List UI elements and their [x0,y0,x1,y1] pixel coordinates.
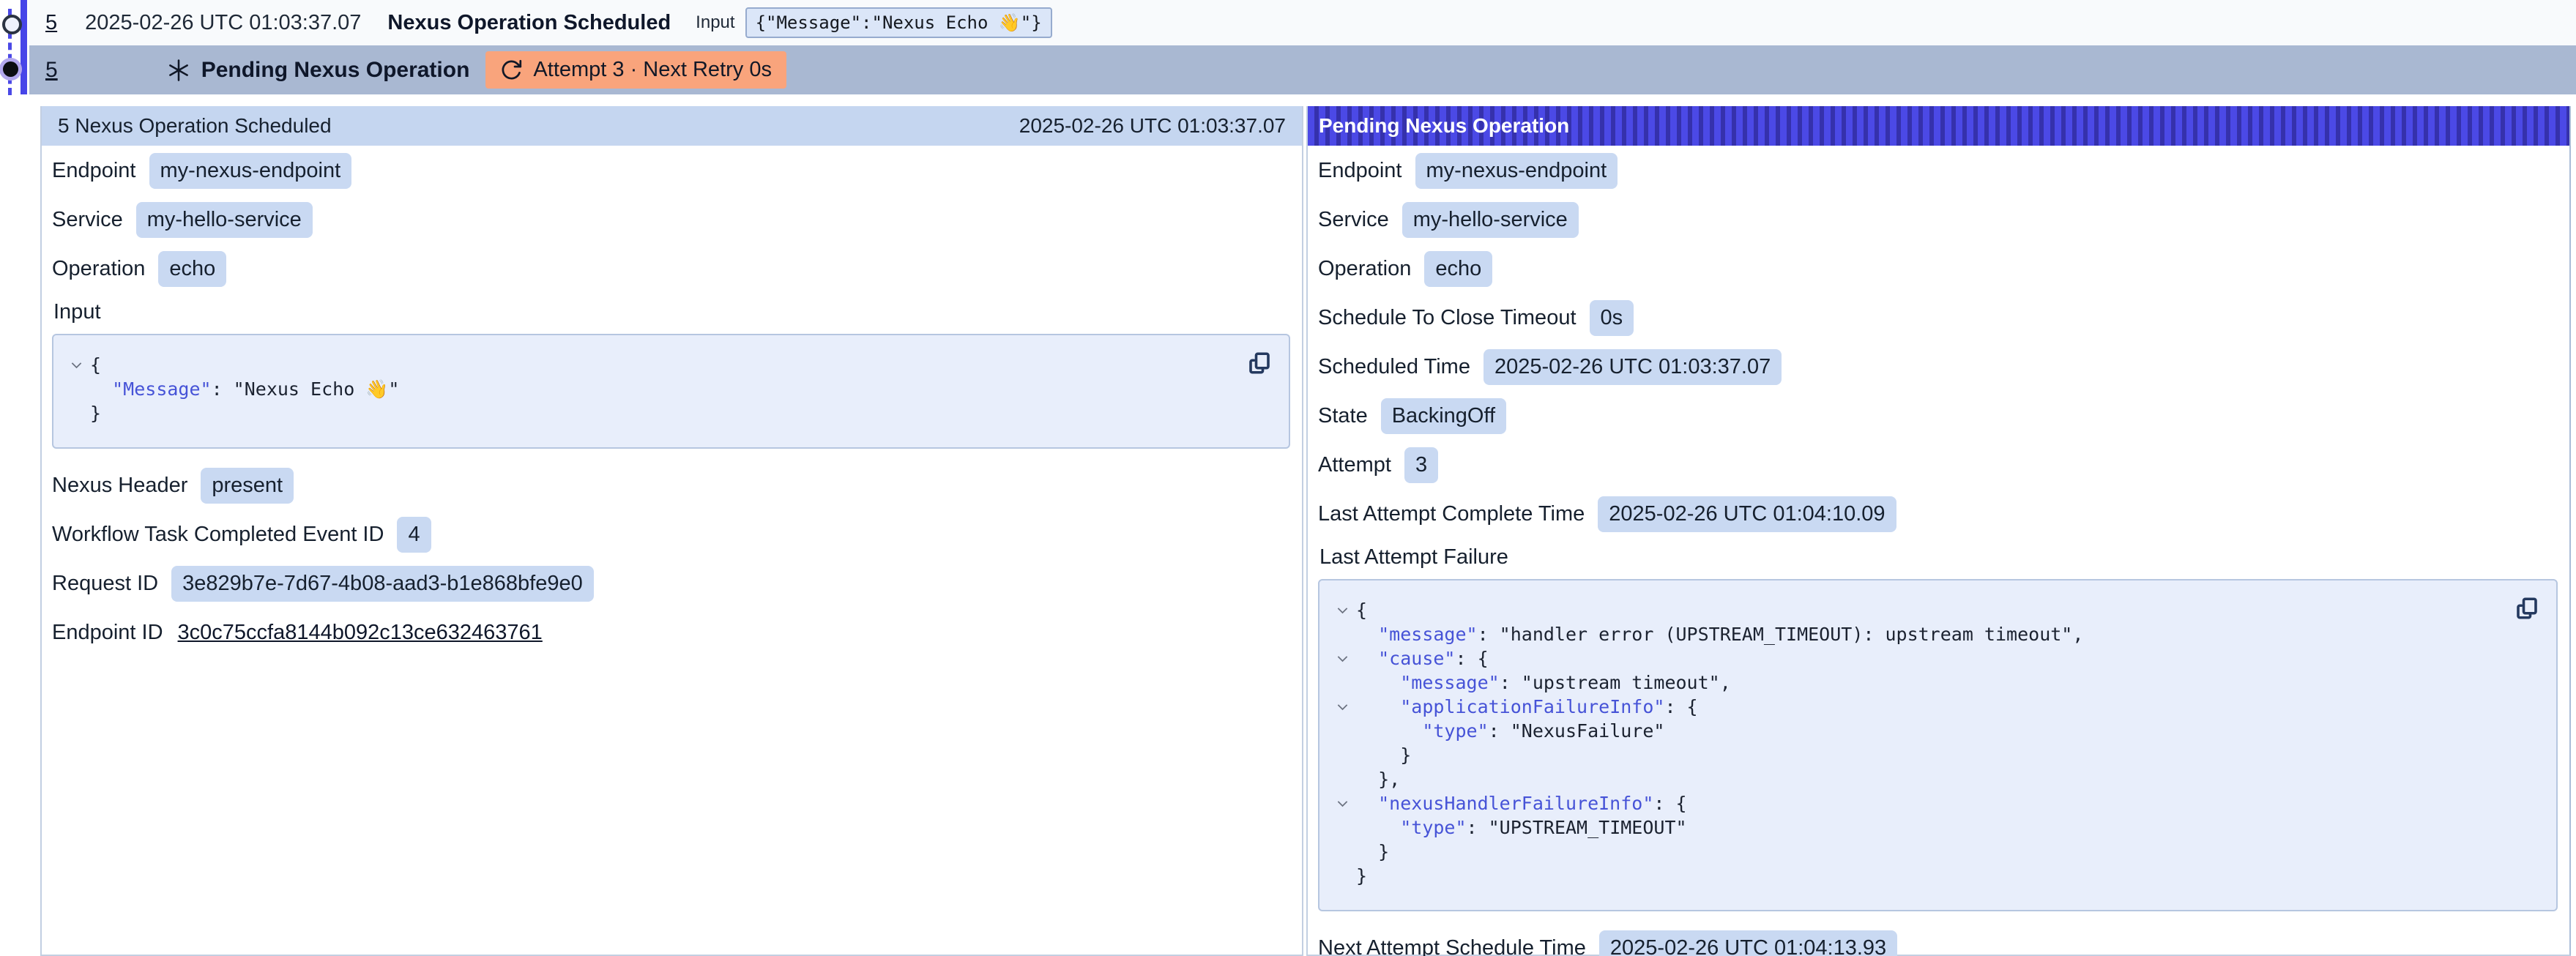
field-last-attempt-complete-time-value: 2025-02-26 UTC 01:04:10.09 [1598,496,1896,532]
json-key: "applicationFailureInfo" [1400,695,1664,719]
field-schedule-to-close-timeout: Schedule To Close Timeout 0s [1318,300,2558,336]
field-scheduled-time-value: 2025-02-26 UTC 01:03:37.07 [1484,349,1782,385]
retry-badge-label: Attempt 3 · Next Retry 0s [533,58,772,82]
field-wft-completed-event-id-value: 4 [397,517,431,553]
field-service: Service my-hello-service [52,202,1290,238]
input-section-label: Input [53,300,1290,324]
retry-attempt-badge: Attempt 3 · Next Retry 0s [485,51,786,89]
copy-button[interactable] [1243,347,1276,381]
field-request-id: Request ID 3e829b7e-7d67-4b08-aad3-b1e86… [52,566,1290,602]
field-wft-completed-event-id: Workflow Task Completed Event ID 4 [52,517,1290,553]
collapse-chevron-icon[interactable] [1328,796,1356,811]
field-nexus-header: Nexus Header present [52,468,1290,504]
event-detail-header-timestamp: 2025-02-26 UTC 01:03:37.07 [1019,114,1286,138]
json-key: "nexusHandlerFailureInfo" [1378,791,1653,815]
copy-icon [1246,350,1273,376]
json-key: "Message" [112,377,211,401]
json-key: "type" [1400,815,1466,840]
field-service-value: my-hello-service [136,202,313,238]
field-state: State BackingOff [1318,398,2558,434]
field-endpoint-value: my-nexus-endpoint [1415,153,1618,189]
field-last-attempt-complete-time: Last Attempt Complete Time 2025-02-26 UT… [1318,496,2558,532]
pending-asterisk-icon [166,58,191,83]
copy-icon [2514,595,2540,621]
field-request-id-value: 3e829b7e-7d67-4b08-aad3-b1e868bfe9e0 [171,566,594,602]
field-next-attempt-schedule-time-value: 2025-02-26 UTC 01:04:13.93 [1599,930,1897,956]
field-state-value: BackingOff [1381,398,1506,434]
field-scheduled-time: Scheduled Time 2025-02-26 UTC 01:03:37.0… [1318,349,2558,385]
event-id-link[interactable]: 5 [45,11,57,35]
field-nexus-header-value: present [201,468,294,504]
collapse-chevron-icon[interactable] [1328,651,1356,666]
event-summary-row[interactable]: 5 2025-02-26 UTC 01:03:37.07 Nexus Opera… [29,0,2576,45]
pending-title: Pending Nexus Operation [201,58,470,83]
retry-icon [500,59,523,81]
field-endpoint-id: Endpoint ID 3c0c75ccfa8144b092c13ce63246… [52,615,1290,651]
field-operation: Operation echo [52,251,1290,287]
field-next-attempt-schedule-time: Next Attempt Schedule Time 2025-02-26 UT… [1318,930,2558,956]
event-detail-header-title: 5 Nexus Operation Scheduled [58,114,332,138]
field-endpoint: Endpoint my-nexus-endpoint [52,153,1290,189]
pending-id-link[interactable]: 5 [45,58,58,83]
field-attempt-value: 3 [1404,447,1438,483]
field-operation-value: echo [1424,251,1492,287]
event-timestamp: 2025-02-26 UTC 01:03:37.07 [85,11,361,35]
event-marker-active-icon [3,61,18,77]
json-key: "message" [1400,671,1499,695]
collapse-chevron-icon[interactable] [1328,699,1356,714]
json-key: "message" [1378,622,1477,646]
timeline-accent-bar [21,0,27,94]
field-operation: Operation echo [1318,251,2558,287]
field-schedule-to-close-timeout-value: 0s [1590,300,1634,336]
input-code-block: { "Message": "Nexus Echo 👋" } [52,334,1290,449]
field-service-value: my-hello-service [1402,202,1579,238]
field-service: Service my-hello-service [1318,202,2558,238]
copy-button[interactable] [2511,592,2543,627]
event-detail-panel: 5 Nexus Operation Scheduled 2025-02-26 U… [40,106,1303,956]
input-payload-chip[interactable]: {"Message":"Nexus Echo 👋"} [745,7,1052,38]
json-key: "cause" [1378,646,1455,671]
field-operation-value: echo [158,251,226,287]
failure-code-block: { "message": "handler error (UPSTREAM_TI… [1318,579,2558,911]
input-label: Input [696,12,734,33]
field-attempt: Attempt 3 [1318,447,2558,483]
event-marker-open-icon [2,15,22,34]
field-endpoint: Endpoint my-nexus-endpoint [1318,153,2558,189]
endpoint-id-link[interactable]: 3c0c75ccfa8144b092c13ce632463761 [176,615,544,651]
collapse-chevron-icon[interactable] [62,357,90,373]
event-title: Nexus Operation Scheduled [387,11,671,35]
event-detail-header: 5 Nexus Operation Scheduled 2025-02-26 U… [42,106,1302,146]
pending-operation-header-title: Pending Nexus Operation [1319,114,1569,138]
collapse-chevron-icon[interactable] [1328,602,1356,618]
pending-operation-row[interactable]: 5 Pending Nexus Operation Attempt 3 · Ne… [29,45,2576,94]
pending-operation-header: Pending Nexus Operation [1308,106,2569,146]
field-endpoint-value: my-nexus-endpoint [149,153,352,189]
failure-section-label: Last Attempt Failure [1319,545,2558,570]
pending-operation-panel: Pending Nexus Operation Endpoint my-nexu… [1306,106,2571,956]
json-key: "type" [1422,719,1488,743]
event-history-view: 5 2025-02-26 UTC 01:03:37.07 Nexus Opera… [0,0,2576,956]
